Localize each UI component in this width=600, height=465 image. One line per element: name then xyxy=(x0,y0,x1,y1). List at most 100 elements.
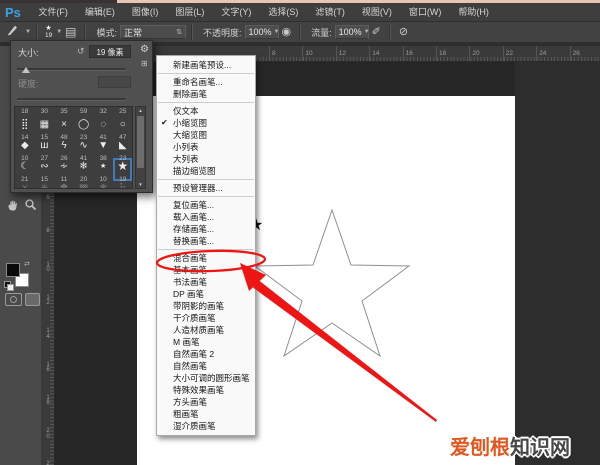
menu-item[interactable]: 大小可调的圆形画笔 xyxy=(157,372,255,384)
brush-cell[interactable]: × xyxy=(54,118,74,131)
menu-item[interactable]: 自然画笔 xyxy=(157,360,255,372)
menu-item[interactable]: 描边缩览图 xyxy=(157,165,255,177)
menubar-item[interactable]: 滤镜(T) xyxy=(307,3,354,21)
brush-grid[interactable]: 18 30 35 59 32 25 ⣿ ▦ × ◯ ◌ ○ 14 15 48 23 41 47 ◆ ш ϟ ∿ ▼ ◣ 10 27… xyxy=(14,106,133,189)
menu-item[interactable]: 预设管理器... xyxy=(157,182,255,194)
brush-cell[interactable]: ★ xyxy=(93,160,113,173)
size-label: 大小: xyxy=(18,48,39,58)
size-slider-thumb[interactable] xyxy=(22,67,30,73)
brush-cell[interactable]: ∿ xyxy=(74,139,94,152)
menu-item[interactable]: 湿介质画笔 xyxy=(157,420,255,432)
brush-cell[interactable]: 35 xyxy=(54,108,74,115)
menubar-item[interactable]: 文件(F) xyxy=(30,3,77,21)
brush-cell[interactable]: × xyxy=(15,182,35,188)
menubar-item[interactable]: 文字(Y) xyxy=(213,3,260,21)
menu-item[interactable]: 特殊效果画笔 xyxy=(157,384,255,396)
size-slider[interactable] xyxy=(17,68,125,71)
menu-item[interactable]: 方头画笔 xyxy=(157,396,255,408)
brush-cell[interactable]: ▦ xyxy=(35,118,55,131)
menubar-item[interactable]: 图像(I) xyxy=(123,3,167,21)
brush-cell[interactable]: ∾ xyxy=(35,160,55,173)
menu-item[interactable]: ✔ 小缩览图 xyxy=(157,117,255,129)
brush-cell[interactable]: ∻ xyxy=(54,160,74,173)
brush-cell[interactable]: 32 xyxy=(93,108,113,115)
menu-item[interactable]: 干介质画笔 xyxy=(157,312,255,324)
new-brush-icon[interactable]: ⊞ xyxy=(141,59,148,68)
menubar-item[interactable]: 编辑(E) xyxy=(76,3,123,21)
brush-cell[interactable]: ★ xyxy=(113,160,132,173)
swap-colors-icon[interactable]: ⇄ xyxy=(24,260,30,268)
reset-size-icon[interactable]: ↺ xyxy=(77,46,85,57)
menu-item[interactable]: 自然画笔 2 xyxy=(157,348,255,360)
menu-item[interactable]: 复位画笔... xyxy=(157,199,255,211)
pen-pressure-size-icon[interactable]: ⊘ xyxy=(399,22,408,42)
zoom-tool-icon[interactable] xyxy=(24,198,38,217)
brush-preset-caret-icon[interactable]: ▼ xyxy=(56,29,62,35)
foreground-color-swatch[interactable] xyxy=(6,263,20,277)
brush-cell[interactable]: ϟ xyxy=(54,139,74,152)
hand-tool-icon[interactable] xyxy=(6,198,20,217)
menu-item[interactable]: 粗画笔 xyxy=(157,408,255,420)
brush-preset-picker[interactable]: ★ 19 xyxy=(45,25,52,39)
brush-cell[interactable]: ❄ xyxy=(74,160,94,173)
pen-pressure-opacity-icon[interactable]: ◉ xyxy=(282,22,292,42)
brush-cell[interactable]: ☾ xyxy=(15,160,35,173)
brush-cell[interactable]: ⠷ xyxy=(113,182,132,188)
menu-item[interactable]: 基本画笔 xyxy=(157,264,255,276)
size-value-field[interactable]: 19 像素 xyxy=(89,45,131,58)
menu-item[interactable]: 大列表 xyxy=(157,153,255,165)
brush-cell[interactable]: 18 xyxy=(15,108,35,115)
menu-item[interactable]: 载入画笔... xyxy=(157,211,255,223)
scroll-down-icon[interactable]: ▼ xyxy=(136,182,145,187)
menu-item[interactable]: 仅文本 xyxy=(157,105,255,117)
brush-cell[interactable]: 59 xyxy=(74,108,94,115)
opacity-dropdown[interactable]: 100% ▼ xyxy=(244,25,280,39)
panel-menu-gear-icon[interactable]: ⚙ xyxy=(140,44,149,55)
screen-mode-button[interactable] xyxy=(25,293,40,306)
default-colors-icon[interactable] xyxy=(4,281,14,291)
brush-cell[interactable]: ш xyxy=(35,139,55,152)
brush-cell[interactable]: 25 xyxy=(113,108,132,115)
brush-cell[interactable]: ⣿ xyxy=(15,118,35,131)
brush-panel-toggle-icon[interactable]: ▤ xyxy=(65,22,76,42)
brush-cell[interactable]: ✳ xyxy=(35,182,55,188)
menu-item[interactable]: 书法画笔 xyxy=(157,276,255,288)
menubar-item[interactable]: 图层(L) xyxy=(167,3,213,21)
brush-cell[interactable]: ◯ xyxy=(74,118,94,131)
menu-item[interactable]: 人造材质画笔 xyxy=(157,324,255,336)
quick-mask-button[interactable] xyxy=(5,293,22,306)
brush-cell[interactable]: ✽ xyxy=(54,182,74,188)
menubar-item[interactable]: 选择(S) xyxy=(260,3,307,21)
menu-item[interactable]: 存储画笔... xyxy=(157,223,255,235)
brush-cell[interactable]: ▩ xyxy=(74,182,94,188)
menu-item-highlighted[interactable]: 混合画笔 xyxy=(157,252,255,264)
brush-cell[interactable]: ◣ xyxy=(113,139,132,152)
menu-item[interactable]: M 画笔 xyxy=(157,336,255,348)
brush-cell[interactable]: ◌ xyxy=(93,118,113,131)
scroll-up-icon[interactable]: ▲ xyxy=(136,108,145,113)
brush-grid-scrollbar[interactable]: ▲ ▼ xyxy=(135,106,146,189)
airbrush-icon[interactable]: ✐ xyxy=(372,22,381,42)
mode-dropdown[interactable]: 正常 ⇅ xyxy=(120,25,186,39)
menu-item[interactable]: 大缩览图 xyxy=(157,129,255,141)
menu-item[interactable]: 替换画笔... xyxy=(157,235,255,247)
scrollbar-thumb[interactable] xyxy=(137,116,144,168)
menu-item[interactable]: 小列表 xyxy=(157,141,255,153)
brush-cell[interactable]: ◆ xyxy=(15,139,35,152)
ruler-number: 6 xyxy=(46,195,50,201)
brush-cell[interactable]: ○ xyxy=(113,118,132,131)
brush-cell[interactable]: ❄ xyxy=(93,182,113,188)
menu-item[interactable]: 重命名画笔... xyxy=(157,76,255,88)
brush-cell[interactable]: 30 xyxy=(35,108,55,115)
brush-tool-caret-icon[interactable]: ▼ xyxy=(25,29,31,35)
opacity-value: 100% xyxy=(248,27,272,37)
flow-dropdown[interactable]: 100% ▼ xyxy=(334,25,370,39)
menubar-item[interactable]: 帮助(H) xyxy=(450,3,498,21)
menu-item[interactable]: 带阴影的画笔 xyxy=(157,300,255,312)
menubar-item[interactable]: 窗口(W) xyxy=(400,3,450,21)
menu-item[interactable]: 删除画笔 xyxy=(157,88,255,100)
menu-item[interactable]: 新建画笔预设... xyxy=(157,59,255,71)
menubar-item[interactable]: 视图(V) xyxy=(353,3,400,21)
brush-cell[interactable]: ▼ xyxy=(93,139,113,152)
menu-item[interactable]: DP 画笔 xyxy=(157,288,255,300)
